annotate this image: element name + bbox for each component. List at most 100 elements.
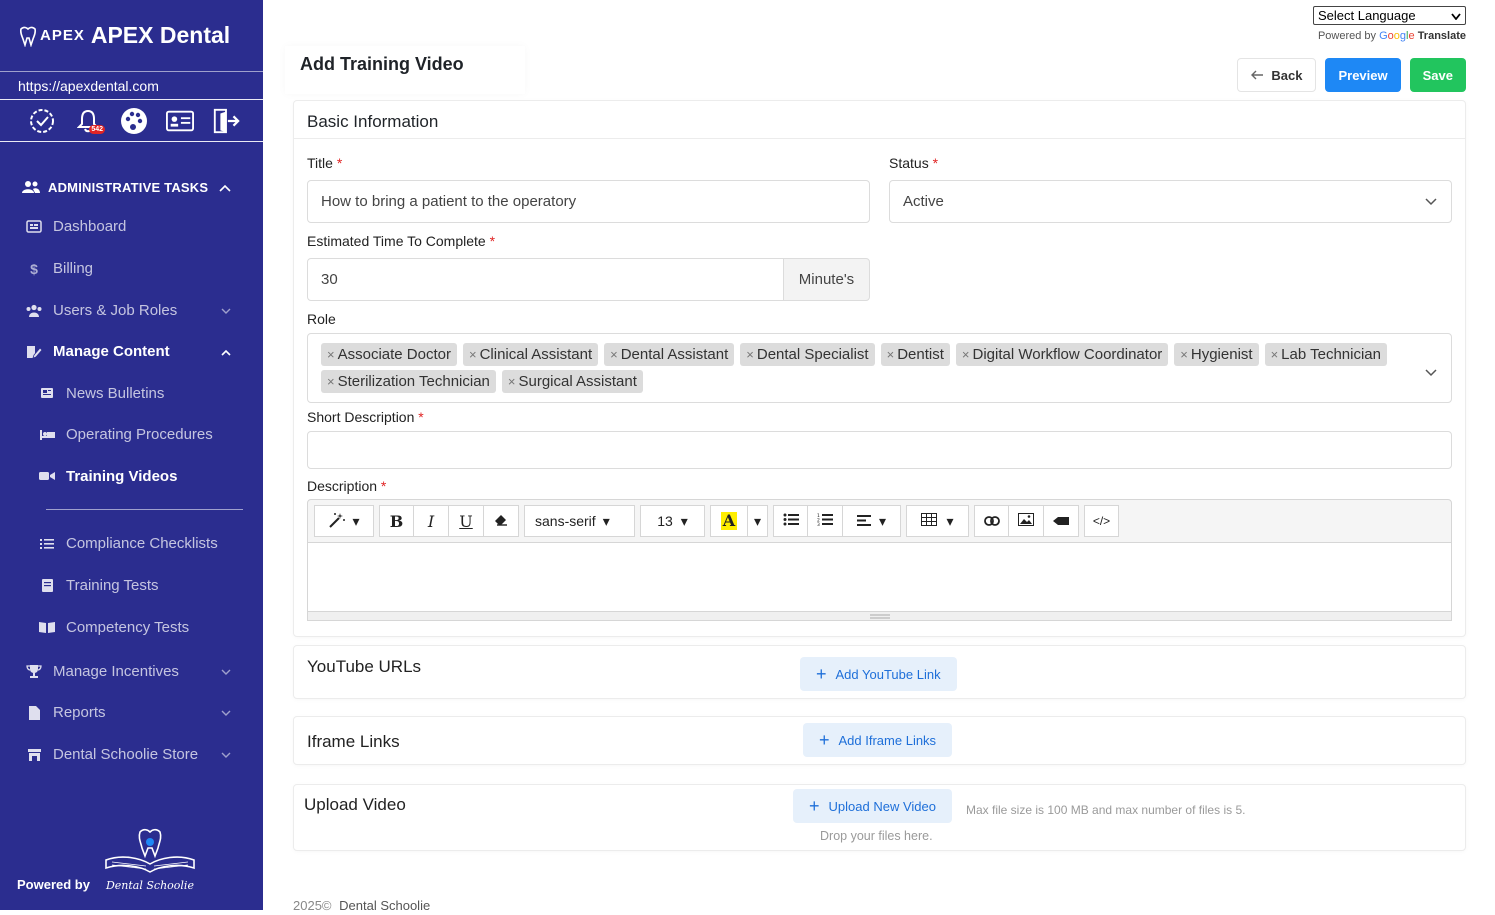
- underline-button[interactable]: U: [449, 505, 484, 537]
- sidebar-item-training-videos[interactable]: Training Videos: [0, 455, 263, 497]
- sidebar-item-operating-procedures[interactable]: Operating Procedures: [0, 414, 263, 456]
- font-size-dropdown[interactable]: 13 ▾: [640, 505, 705, 537]
- drop-zone-hint[interactable]: Drop your files here.: [820, 829, 933, 843]
- insert-link-button[interactable]: [974, 505, 1009, 537]
- sidebar-item-label: Dashboard: [53, 218, 127, 236]
- role-chip[interactable]: × Clinical Assistant: [462, 343, 599, 366]
- add-youtube-link-label: Add YouTube Link: [835, 666, 941, 682]
- role-chip[interactable]: × Dentist: [880, 343, 950, 366]
- sidebar-item-competency-tests[interactable]: Competency Tests: [0, 607, 263, 649]
- clear-format-button[interactable]: [484, 505, 519, 537]
- font-color-icon: A: [720, 511, 738, 530]
- short-description-textarea[interactable]: [307, 431, 1452, 469]
- role-chip[interactable]: × Sterilization Technician: [321, 370, 496, 393]
- add-iframe-links-button[interactable]: + Add Iframe Links: [803, 723, 953, 757]
- notifications-bell-icon[interactable]: 542: [74, 107, 105, 135]
- caret-down-icon: ▾: [753, 512, 762, 529]
- test-icon: [38, 579, 56, 593]
- color-dropdown-button[interactable]: ▾: [748, 505, 768, 537]
- file-icon: [25, 705, 43, 720]
- role-chip[interactable]: × Digital Workflow Coordinator: [955, 343, 1169, 366]
- newspaper-icon: [38, 387, 56, 399]
- insert-video-button[interactable]: [1044, 505, 1079, 537]
- font-family-dropdown[interactable]: sans-serif ▾: [524, 505, 635, 537]
- users-icon: [25, 304, 43, 317]
- paragraph-align-dropdown[interactable]: ▾: [843, 505, 901, 537]
- role-chip[interactable]: × Associate Doctor: [321, 343, 457, 366]
- insert-group: [974, 505, 1079, 537]
- add-youtube-link-button[interactable]: + Add YouTube Link: [800, 657, 957, 691]
- status-select[interactable]: Active: [889, 180, 1452, 223]
- role-chip-label: Dentist: [897, 346, 944, 363]
- unordered-list-button[interactable]: [773, 505, 808, 537]
- dental-schoolie-logo[interactable]: Dental Schoolie: [102, 828, 198, 892]
- remove-chip-icon[interactable]: ×: [327, 374, 335, 389]
- caret-down-icon: ▾: [352, 512, 360, 529]
- palette-icon[interactable]: [120, 107, 148, 135]
- sidebar-item-compliance-checklists[interactable]: Compliance Checklists: [0, 523, 263, 565]
- logout-icon[interactable]: [212, 107, 240, 135]
- upload-limit-note: Max file size is 100 MB and max number o…: [966, 803, 1246, 817]
- remove-chip-icon[interactable]: ×: [508, 374, 516, 389]
- save-button[interactable]: Save: [1409, 58, 1466, 92]
- remove-chip-icon[interactable]: ×: [610, 347, 618, 362]
- estimated-time-input[interactable]: 30: [307, 258, 784, 301]
- brand[interactable]: APEX APEX Dental: [0, 0, 263, 72]
- upload-new-video-label: Upload New Video: [828, 798, 936, 814]
- chevron-down-icon: [221, 663, 231, 680]
- remove-chip-icon[interactable]: ×: [887, 347, 895, 362]
- ordered-list-button[interactable]: 123: [808, 505, 843, 537]
- section-administrative-tasks[interactable]: ADMINISTRATIVE TASKS: [0, 168, 263, 206]
- text-color-button[interactable]: A: [710, 505, 748, 537]
- role-chip[interactable]: × Surgical Assistant: [501, 370, 643, 393]
- sidebar-item-news-bulletins[interactable]: News Bulletins: [0, 373, 263, 414]
- sidebar-item-label: Training Tests: [66, 577, 159, 595]
- remove-chip-icon[interactable]: ×: [327, 347, 335, 362]
- back-button[interactable]: Back: [1237, 58, 1317, 92]
- list-group: 123 ▾: [773, 505, 901, 537]
- caret-down-icon: ▾: [602, 512, 610, 529]
- role-chip[interactable]: × Hygienist: [1174, 343, 1259, 366]
- remove-chip-icon[interactable]: ×: [746, 347, 754, 362]
- sidebar-item-dental-schoolie-store[interactable]: Dental Schoolie Store: [0, 734, 263, 776]
- language-select[interactable]: Select Language: [1313, 6, 1466, 25]
- sidebar-item-training-tests[interactable]: Training Tests: [0, 565, 263, 607]
- insert-image-button[interactable]: [1009, 505, 1044, 537]
- remove-chip-icon[interactable]: ×: [1271, 347, 1279, 362]
- role-chip[interactable]: × Dental Assistant: [604, 343, 735, 366]
- powered-by-google-translate[interactable]: Powered by Google Translate: [1313, 30, 1466, 42]
- sidebar-item-reports[interactable]: Reports: [0, 692, 263, 734]
- sidebar-item-manage-incentives[interactable]: Manage Incentives: [0, 650, 263, 692]
- title-input[interactable]: How to bring a patient to the operatory: [307, 180, 870, 223]
- editor-resize-handle[interactable]: [307, 611, 1452, 621]
- italic-button[interactable]: I: [414, 505, 449, 537]
- role-chip[interactable]: × Dental Specialist: [740, 343, 875, 366]
- remove-chip-icon[interactable]: ×: [1180, 347, 1188, 362]
- timer-icon[interactable]: [28, 107, 56, 135]
- editor-toolbar: ▾ B I U sans-serif ▾ 13 ▾ A ▾ 123 ▾ ▾ </…: [307, 499, 1452, 543]
- role-chip-label: Digital Workflow Coordinator: [972, 346, 1163, 363]
- role-chip[interactable]: × Lab Technician: [1264, 343, 1387, 366]
- magic-style-dropdown[interactable]: ▾: [314, 505, 374, 537]
- upload-new-video-button[interactable]: + Upload New Video: [793, 789, 952, 823]
- id-card-icon[interactable]: [166, 107, 194, 135]
- remove-chip-icon[interactable]: ×: [962, 347, 970, 362]
- sidebar-item-billing[interactable]: $ Billing: [0, 248, 263, 290]
- sidebar-item-dashboard[interactable]: Dashboard: [0, 206, 263, 248]
- description-editor[interactable]: [307, 543, 1452, 613]
- sidebar-item-manage-content[interactable]: Manage Content: [0, 331, 263, 373]
- site-url[interactable]: https://apexdental.com: [0, 72, 263, 100]
- table-dropdown[interactable]: ▾: [906, 505, 969, 537]
- preview-button[interactable]: Preview: [1325, 58, 1401, 92]
- sidebar-item-label: Compliance Checklists: [66, 535, 218, 553]
- google-logo: Google: [1379, 30, 1415, 42]
- role-multiselect[interactable]: × Associate Doctor × Clinical Assistant × Den…: [307, 333, 1452, 403]
- code-view-button[interactable]: </>: [1084, 505, 1119, 537]
- remove-chip-icon[interactable]: ×: [469, 347, 477, 362]
- table-icon: [921, 513, 938, 529]
- chevron-down-icon: [1425, 193, 1437, 210]
- bold-button[interactable]: B: [379, 505, 414, 537]
- sidebar-item-label: Manage Content: [53, 343, 170, 361]
- back-label: Back: [1271, 67, 1303, 83]
- sidebar-item-users-job-roles[interactable]: Users & Job Roles: [0, 289, 263, 331]
